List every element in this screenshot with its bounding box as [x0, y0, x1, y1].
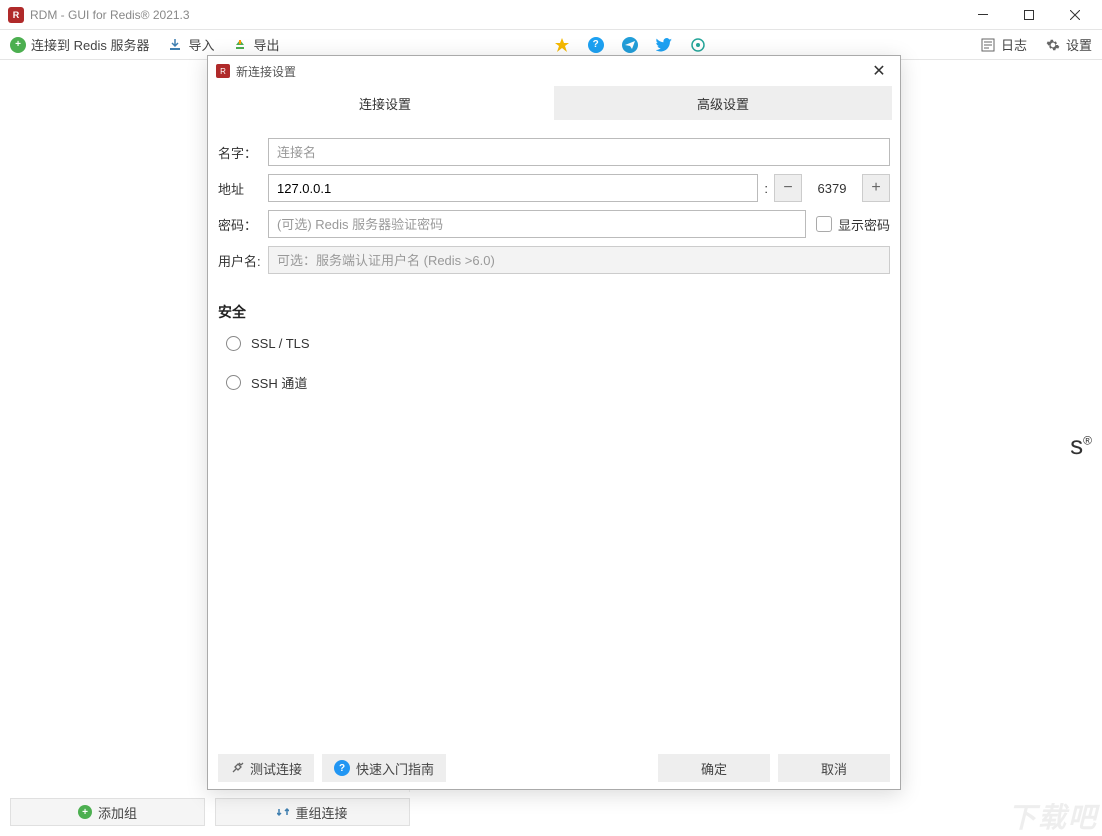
export-button[interactable]: 导出 [232, 35, 279, 54]
dialog-title: 新连接设置 [236, 63, 296, 80]
import-icon [167, 37, 183, 53]
window-close-button[interactable] [1052, 0, 1098, 30]
add-group-label: 添加组 [98, 803, 137, 822]
reorder-icon [277, 806, 289, 818]
address-input[interactable] [268, 174, 758, 202]
sidebar-footer: + 添加组 重组连接 [0, 792, 1102, 832]
guide-label: 快速入门指南 [356, 759, 434, 778]
twitter-icon[interactable] [656, 38, 672, 52]
window-titlebar: R RDM - GUI for Redis® 2021.3 [0, 0, 1102, 30]
add-group-button[interactable]: + 添加组 [10, 798, 205, 826]
name-label: 名字： [218, 143, 268, 162]
test-connection-label: 测试连接 [250, 759, 302, 778]
port-value[interactable]: 6379 [802, 181, 862, 196]
address-label: 地址 [218, 179, 268, 198]
import-label: 导入 [188, 35, 214, 54]
connect-button[interactable]: + 连接到 Redis 服务器 [10, 35, 149, 54]
address-port-separator: : [758, 181, 774, 196]
name-input[interactable] [268, 138, 890, 166]
settings-label: 设置 [1066, 35, 1092, 54]
dialog-titlebar: R 新连接设置 ✕ [208, 56, 900, 86]
checkbox-icon [816, 216, 832, 232]
radio-icon [226, 336, 241, 351]
radio-icon [226, 375, 241, 390]
show-password-checkbox[interactable]: 显示密码 [816, 215, 890, 234]
ok-label: 确定 [701, 759, 727, 778]
port-decrement-button[interactable]: − [774, 174, 802, 202]
password-input[interactable] [268, 210, 806, 238]
plus-icon: + [10, 37, 26, 53]
test-connection-button[interactable]: 测试连接 [218, 754, 314, 782]
username-input[interactable] [268, 246, 890, 274]
show-password-label: 显示密码 [838, 215, 890, 234]
plug-icon [230, 761, 244, 775]
settings-button[interactable]: 设置 [1045, 35, 1092, 54]
logs-icon [980, 37, 996, 53]
export-label: 导出 [253, 35, 279, 54]
plus-icon: + [78, 805, 92, 819]
logs-button[interactable]: 日志 [980, 35, 1027, 54]
cancel-label: 取消 [821, 759, 847, 778]
ssh-tunnel-radio[interactable]: SSH 通道 [208, 367, 900, 398]
cancel-button[interactable]: 取消 [778, 754, 890, 782]
help-icon: ? [334, 760, 350, 776]
reorder-button[interactable]: 重组连接 [215, 798, 410, 826]
connection-form: 名字： 地址 : − 6379 + 密码： 显示密码 用户名: [208, 120, 900, 292]
import-button[interactable]: 导入 [167, 35, 214, 54]
logs-label: 日志 [1001, 35, 1027, 54]
port-increment-button[interactable]: + [862, 174, 890, 202]
tab-advanced-settings[interactable]: 高级设置 [554, 86, 892, 120]
window-title: RDM - GUI for Redis® 2021.3 [30, 8, 960, 22]
export-icon [232, 37, 248, 53]
dialog-footer: 测试连接 ? 快速入门指南 确定 取消 [208, 747, 900, 789]
password-label: 密码： [218, 215, 268, 234]
ssh-label: SSH 通道 [251, 373, 307, 392]
help-icon[interactable]: ? [588, 37, 604, 53]
security-section-title: 安全 [208, 292, 900, 330]
ssl-tls-radio[interactable]: SSL / TLS [208, 330, 900, 357]
tab-connection-settings[interactable]: 连接设置 [216, 86, 554, 120]
ok-button[interactable]: 确定 [658, 754, 770, 782]
dialog-tabs: 连接设置 高级设置 [216, 86, 892, 120]
app-icon: R [8, 7, 24, 23]
dialog-close-button[interactable]: ✕ [866, 58, 892, 84]
window-maximize-button[interactable] [1006, 0, 1052, 30]
telegram-icon[interactable] [622, 37, 638, 53]
gear-icon [1045, 37, 1061, 53]
connect-label: 连接到 Redis 服务器 [31, 35, 149, 54]
reorder-label: 重组连接 [295, 803, 347, 822]
target-icon[interactable] [690, 37, 706, 53]
window-minimize-button[interactable] [960, 0, 1006, 30]
ssl-label: SSL / TLS [251, 336, 310, 351]
star-icon[interactable] [554, 37, 570, 53]
username-label: 用户名: [218, 251, 268, 270]
app-icon: R [216, 64, 230, 78]
new-connection-dialog: R 新连接设置 ✕ 连接设置 高级设置 名字： 地址 : − 6379 + 密码… [207, 55, 901, 790]
quick-start-guide-button[interactable]: ? 快速入门指南 [322, 754, 446, 782]
background-brand-mark: s® [1070, 430, 1092, 461]
